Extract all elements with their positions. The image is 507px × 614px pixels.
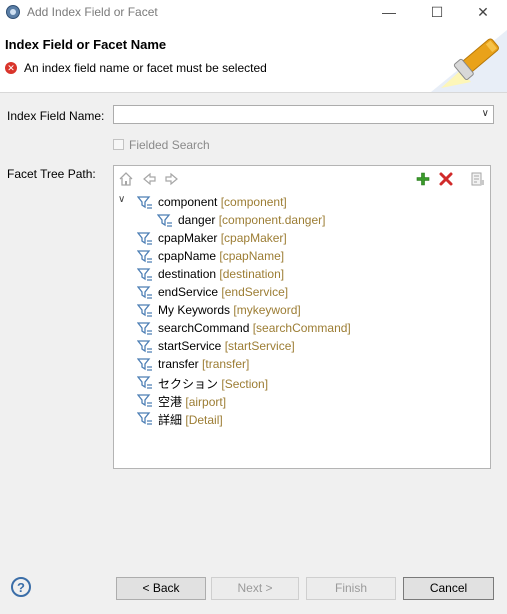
facet-icon (137, 322, 152, 335)
next-button[interactable]: Next > (211, 577, 299, 600)
facet-icon (137, 268, 152, 281)
node-tag: [mykeyword] (233, 303, 301, 317)
node-name: startService (158, 339, 222, 353)
node-tag: [searchCommand] (252, 321, 351, 335)
facet-icon (137, 358, 152, 371)
facet-icon (137, 304, 152, 317)
node-name: 詳細 (158, 413, 183, 427)
back-arrow-icon[interactable] (141, 171, 157, 187)
fielded-search-label: Fielded Search (129, 138, 210, 152)
forward-arrow-icon[interactable] (164, 171, 180, 187)
page-title: Index Field or Facet Name (5, 37, 167, 52)
home-icon[interactable] (118, 171, 134, 187)
node-tag: [component.danger] (218, 213, 326, 227)
node-tag: [transfer] (202, 357, 250, 371)
close-button[interactable]: ✕ (470, 2, 496, 22)
node-name: transfer (158, 357, 199, 371)
tree-toolbar (114, 166, 490, 192)
node-tag: [destination] (219, 267, 285, 281)
cancel-button[interactable]: Cancel (403, 577, 494, 600)
window-title: Add Index Field or Facet (27, 5, 158, 19)
node-name: searchCommand (158, 321, 250, 335)
index-field-name-label: Index Field Name: (7, 109, 105, 123)
properties-icon[interactable] (469, 171, 485, 187)
wizard-header: Index Field or Facet Name ✕ An index fie… (0, 25, 507, 93)
back-button[interactable]: < Back (116, 577, 206, 600)
facet-icon (137, 376, 152, 389)
add-icon[interactable] (415, 171, 431, 187)
facet-tree-panel[interactable]: ∨ component [component] danger [componen… (113, 165, 491, 469)
node-name: component (158, 195, 218, 209)
delete-icon[interactable] (438, 171, 454, 187)
node-tag: [Section] (221, 377, 269, 391)
facet-icon (157, 214, 172, 227)
node-tag: [airport] (185, 395, 227, 409)
error-message: An index field name or facet must be sel… (24, 61, 267, 75)
node-name: danger (178, 213, 216, 227)
fielded-search-checkbox[interactable] (113, 139, 124, 150)
flashlight-banner-icon (431, 30, 507, 92)
node-tag: [cpapName] (219, 249, 285, 263)
facet-icon (137, 250, 152, 263)
minimize-button[interactable]: — (376, 2, 402, 22)
error-icon: ✕ (5, 62, 17, 74)
window-titlebar[interactable]: Add Index Field or Facet — ☐ ✕ (0, 0, 507, 25)
node-tag: [endService] (221, 285, 289, 299)
node-name: destination (158, 267, 217, 281)
maximize-button[interactable]: ☐ (424, 2, 450, 22)
node-tag: [component] (220, 195, 287, 209)
facet-icon (137, 394, 152, 407)
chevron-down-icon[interactable]: ∨ (482, 108, 489, 119)
finish-button[interactable]: Finish (306, 577, 396, 600)
node-name: cpapName (158, 249, 217, 263)
facet-tree-path-label: Facet Tree Path: (7, 167, 96, 181)
help-button[interactable]: ? (11, 577, 31, 597)
facet-icon (137, 232, 152, 245)
app-icon (6, 5, 20, 19)
facet-icon (137, 286, 152, 299)
node-name: endService (158, 285, 219, 299)
node-name: cpapMaker (158, 231, 218, 245)
node-name: My Keywords (158, 303, 231, 317)
facet-icon (137, 412, 152, 425)
chevron-down-icon[interactable]: ∨ (118, 194, 128, 205)
facet-icon (137, 340, 152, 353)
facet-icon (137, 196, 152, 209)
node-name: セクション (158, 377, 219, 391)
node-name: 空港 (158, 395, 183, 409)
index-field-name-combo[interactable]: ∨ (113, 105, 494, 124)
node-tag: [startService] (224, 339, 295, 353)
node-tag: [cpapMaker] (220, 231, 287, 245)
node-tag: [Detail] (185, 413, 223, 427)
